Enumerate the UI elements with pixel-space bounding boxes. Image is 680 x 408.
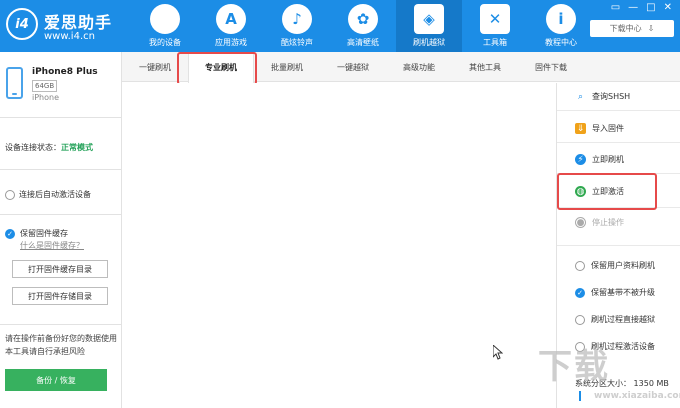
nav-item-apps[interactable]: A 应用游戏	[198, 0, 264, 52]
keep-baseband-label: 保留基带不被升级	[591, 288, 655, 297]
query-shsh-button[interactable]: ⌕ 查询SHSH	[575, 91, 630, 102]
import-firmware-label: 导入固件	[592, 124, 624, 133]
nav-item-flash-jailbreak[interactable]: ◈ 刷机越狱	[396, 0, 462, 52]
app-name: 爱思助手	[44, 13, 113, 32]
app-logo: i4 爱思助手 www.i4.cn	[6, 6, 126, 46]
nav-item-ringtones[interactable]: ♪ 酷炫铃声	[264, 0, 330, 52]
firmware-list-area[interactable]	[122, 83, 555, 408]
window-controls: ▭ — □ ✕	[611, 2, 672, 13]
nav-label: 酷炫铃声	[281, 38, 313, 47]
tab-firmware-download[interactable]: 固件下载	[518, 52, 584, 82]
i4-logo-icon: i4	[6, 8, 38, 40]
watermark-logo-text: 下载	[538, 347, 610, 387]
main-nav: 我的设备 A 应用游戏 ♪ 酷炫铃声 ✿ 高清壁纸 ◈ 刷机越狱 ✕ 工具箱 i…	[132, 0, 594, 52]
stop-icon: ●	[575, 217, 586, 228]
nav-label: 应用游戏	[215, 38, 247, 47]
download-center-label: 下载中心	[609, 24, 642, 33]
jailbreak-during-flash-option[interactable]: 刷机过程直接越狱	[575, 314, 655, 325]
device-capacity-badge: 64GB	[32, 80, 58, 92]
maximize-icon[interactable]: □	[646, 2, 655, 13]
divider	[0, 324, 121, 325]
nav-item-wallpapers[interactable]: ✿ 高清壁纸	[330, 0, 396, 52]
risk-warning: 请在操作前备份好您的数据使用本工具请自行承担风险	[5, 334, 117, 356]
watermark-url: www.xiazaiba.com	[594, 391, 680, 401]
divider	[557, 245, 680, 246]
device-type: iPhone	[32, 93, 60, 102]
app-store-icon: A	[216, 4, 246, 34]
nav-label: 刷机越狱	[413, 38, 445, 47]
query-shsh-label: 查询SHSH	[592, 92, 631, 101]
keep-baseband-option[interactable]: ✓ 保留基带不被升级	[575, 287, 655, 298]
divider	[0, 214, 121, 215]
nav-item-tutorials[interactable]: i 教程中心	[528, 0, 594, 52]
jailbreak-during-flash-radio[interactable]	[575, 314, 585, 325]
tools-icon: ✕	[480, 4, 510, 34]
keep-user-data-label: 保留用户资料刷机	[591, 261, 655, 270]
nav-label: 高清壁纸	[347, 38, 379, 47]
device-name: iPhone8 Plus	[32, 67, 98, 77]
divider	[557, 142, 680, 143]
check-icon[interactable]: ✓	[575, 287, 585, 298]
search-icon: ⌕	[577, 91, 584, 102]
iphone-icon	[6, 67, 23, 99]
stop-operation-label: 停止操作	[592, 218, 624, 227]
highlight-box-activate	[557, 173, 657, 210]
keep-cache-label: 保留固件缓存	[20, 229, 68, 238]
left-sidebar: iPhone8 Plus 64GB iPhone 设备连接状态：正常模式 连接后…	[0, 52, 122, 408]
check-icon[interactable]: ✓	[5, 228, 15, 239]
tab-other-tools[interactable]: 其他工具	[452, 52, 518, 82]
close-icon[interactable]: ✕	[664, 2, 672, 13]
auto-activate-radio[interactable]	[5, 189, 15, 200]
open-store-dir-button[interactable]: 打开固件存储目录	[12, 287, 108, 305]
info-icon: i	[546, 4, 576, 34]
download-icon: ⇩	[647, 24, 655, 33]
device-card: iPhone8 Plus 64GB iPhone	[0, 52, 121, 118]
auto-activate-label: 连接后自动激活设备	[19, 190, 91, 199]
flash-now-label: 立即刷机	[592, 155, 624, 164]
divider	[557, 110, 680, 111]
nav-item-my-device[interactable]: 我的设备	[132, 0, 198, 52]
top-header: i4 爱思助手 www.i4.cn 我的设备 A 应用游戏 ♪ 酷炫铃声 ✿ 高…	[0, 0, 680, 52]
apple-icon	[150, 4, 180, 34]
connection-status-label: 设备连接状态：	[5, 143, 61, 152]
flower-icon: ✿	[348, 4, 378, 34]
import-firmware-button[interactable]: ⇓ 导入固件	[575, 123, 624, 134]
keep-user-data-option[interactable]: 保留用户资料刷机	[575, 260, 655, 271]
import-icon: ⇓	[575, 123, 586, 134]
flash-icon: ⚡	[575, 154, 586, 165]
keep-cache-option[interactable]: ✓ 保留固件缓存	[5, 228, 68, 239]
nav-label: 我的设备	[149, 38, 181, 47]
stop-operation-button[interactable]: ● 停止操作	[575, 217, 624, 228]
bell-icon: ♪	[282, 4, 312, 34]
nav-label: 教程中心	[545, 38, 577, 47]
keep-user-data-radio[interactable]	[575, 260, 585, 271]
skin-icon[interactable]: ▭	[611, 2, 620, 13]
divider	[0, 169, 121, 170]
tab-batch-flash[interactable]: 批量刷机	[254, 52, 320, 82]
backup-restore-button[interactable]: 备份 / 恢复	[5, 369, 107, 391]
nav-label: 工具箱	[483, 38, 507, 47]
download-center-button[interactable]: 下载中心 ⇩	[590, 20, 674, 37]
minimize-icon[interactable]: —	[628, 2, 638, 13]
tab-one-click-jailbreak[interactable]: 一键越狱	[320, 52, 386, 82]
nav-item-toolbox[interactable]: ✕ 工具箱	[462, 0, 528, 52]
site-watermark: 下载 www.xiazaiba.com	[530, 335, 680, 407]
connection-status-value: 正常模式	[61, 143, 93, 152]
mouse-cursor-icon	[493, 345, 503, 360]
auto-activate-option[interactable]: 连接后自动激活设备	[5, 189, 91, 200]
app-url: www.i4.cn	[44, 31, 95, 42]
jailbreak-during-flash-label: 刷机过程直接越狱	[591, 315, 655, 324]
flash-now-button[interactable]: ⚡ 立即刷机	[575, 154, 624, 165]
tab-advanced[interactable]: 高级功能	[386, 52, 452, 82]
dropbox-icon: ◈	[414, 4, 444, 34]
highlight-box-pro-flash	[177, 52, 257, 85]
what-is-cache-link[interactable]: 什么是固件缓存？	[20, 240, 84, 251]
connection-status: 设备连接状态：正常模式	[5, 142, 93, 153]
open-cache-dir-button[interactable]: 打开固件缓存目录	[12, 260, 108, 278]
